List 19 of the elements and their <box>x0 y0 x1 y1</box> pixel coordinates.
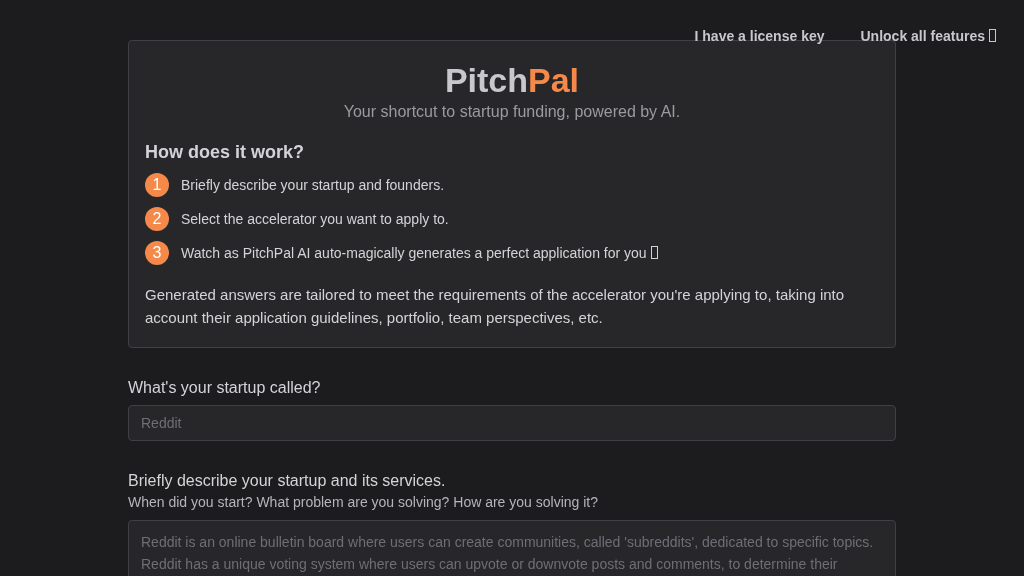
field-label: What's your startup called? <box>128 379 322 397</box>
step-number: 3 <box>145 241 169 265</box>
app-logo: PitchPal <box>443 60 581 101</box>
step-text: Watch as PitchPal AI auto-magically generates a perfect application for you <box>181 245 658 261</box>
nav-link[interactable]: I have a license key <box>694 28 825 44</box>
tagline: Your shortcut to startup funding, powered by AI. <box>342 103 682 121</box>
section-heading: How does it work? <box>145 142 305 163</box>
field-label: Briefly describe your startup and its services. <box>128 472 447 490</box>
missing-glyph-icon <box>650 246 658 259</box>
text-area[interactable]: Reddit is an online bulletin board where users can create communities, called 'subreddits', dedicated to specific topics. Reddit has a unique voting system where users can upvote or downvote posts and comments, to determine their <box>128 520 896 576</box>
step-number: 2 <box>145 207 169 231</box>
step-text: Select the accelerator you want to apply to. <box>181 211 449 227</box>
step-number: 1 <box>145 173 169 197</box>
field-hint: When did you start? What problem are you solving? How are you solving it? <box>128 494 599 510</box>
input-field[interactable]: Reddit <box>128 405 896 441</box>
nav-link[interactable]: Unlock all features <box>860 28 996 44</box>
missing-glyph-icon <box>989 29 996 42</box>
info-paragraph: Generated answers are tailored to meet the requirements of the accelerator you're applying to, taking into account their application guidelines, portfolio, team perspectives, etc. <box>145 285 846 328</box>
step-text: Briefly describe your startup and founders. <box>181 177 445 193</box>
